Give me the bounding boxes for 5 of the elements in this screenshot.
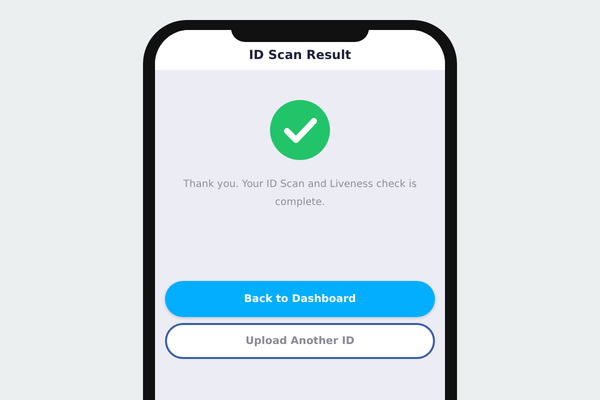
secondary-button[interactable]: Upload Another ID xyxy=(165,323,435,359)
result-message: Thank you. Your ID Scan and Liveness check is complete. xyxy=(182,178,418,210)
primary-button[interactable]: Back to Dashboard xyxy=(165,281,435,317)
success-check-icon xyxy=(270,100,330,160)
screen-title: ID Scan Result xyxy=(248,47,352,62)
